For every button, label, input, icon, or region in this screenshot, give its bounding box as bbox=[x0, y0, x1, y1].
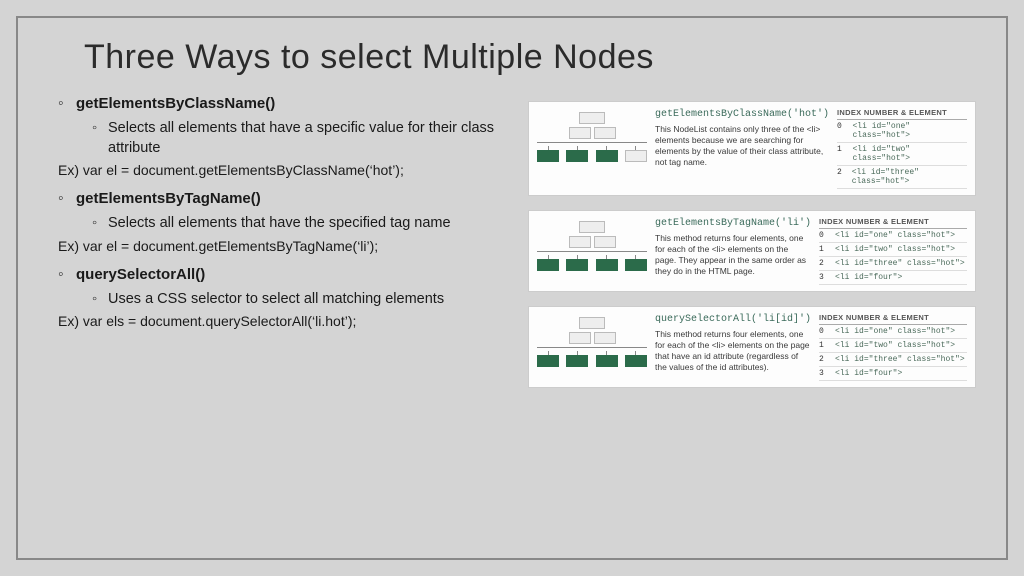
dom-tree-icon bbox=[537, 313, 647, 367]
example-card: querySelectorAll('li[id]') This method r… bbox=[528, 306, 976, 388]
table-row: 1<li id="two" class="hot"> bbox=[837, 143, 967, 166]
tree-mid-node bbox=[594, 127, 616, 139]
nodelist-table: INDEX NUMBER & ELEMENT 0 <li id="one" cla… bbox=[819, 217, 967, 285]
row-element: <li id="one" class="hot"> bbox=[852, 122, 967, 140]
method-example: Ex) var el = document.getElementsByClass… bbox=[58, 162, 508, 178]
example-card: getElementsByClassName('hot') This NodeL… bbox=[528, 101, 976, 196]
tree-leaf-node bbox=[566, 150, 588, 162]
tree-leaf-node bbox=[566, 259, 588, 271]
method-desc: Uses a CSS selector to select all matchi… bbox=[92, 290, 508, 310]
row-element: <li id="three" class="hot"> bbox=[835, 355, 965, 364]
tree-mid-node bbox=[569, 127, 591, 139]
row-index: 0 bbox=[819, 327, 831, 336]
method-example: Ex) var el = document.getElementsByTagNa… bbox=[58, 238, 508, 254]
tree-mid-node bbox=[594, 236, 616, 248]
row-index: 1 bbox=[819, 341, 831, 350]
method-item: querySelectorAll() Uses a CSS selector t… bbox=[58, 266, 508, 330]
tree-leaf-node bbox=[537, 259, 559, 271]
row-index: 0 bbox=[837, 122, 848, 140]
method-name: getElementsByClassName() bbox=[76, 95, 275, 112]
tree-root-node bbox=[579, 112, 605, 124]
method-item: getElementsByTagName() Selects all eleme… bbox=[58, 190, 508, 254]
row-index: 0 bbox=[819, 231, 831, 240]
card-blurb: This method returns four elements, one f… bbox=[655, 329, 810, 372]
tree-leaf-node bbox=[537, 355, 559, 367]
row-index: 2 bbox=[819, 355, 831, 364]
table-header: INDEX NUMBER & ELEMENT bbox=[819, 217, 967, 229]
dom-tree-icon bbox=[537, 108, 647, 162]
row-index: 2 bbox=[819, 259, 831, 268]
slide-frame: Three Ways to select Multiple Nodes getE… bbox=[16, 16, 1008, 560]
tree-leaf-node bbox=[596, 259, 618, 271]
card-blurb: This method returns four elements, one f… bbox=[655, 233, 806, 276]
example-card: getElementsByTagName('li') This method r… bbox=[528, 210, 976, 292]
row-element: <li id="one" class="hot"> bbox=[835, 231, 955, 240]
tree-mid-node bbox=[569, 332, 591, 344]
table-row: 3 <li id="four"> bbox=[819, 271, 967, 285]
card-description: querySelectorAll('li[id]') This method r… bbox=[655, 313, 811, 373]
method-name: getElementsByTagName() bbox=[76, 190, 261, 207]
method-name-row: getElementsByClassName() bbox=[58, 95, 508, 113]
tree-leaf-node bbox=[537, 150, 559, 162]
card-call: getElementsByClassName('hot') bbox=[655, 108, 829, 121]
table-header: INDEX NUMBER & ELEMENT bbox=[837, 108, 967, 120]
content-columns: getElementsByClassName() Selects all ele… bbox=[48, 95, 976, 388]
examples-column: getElementsByClassName('hot') This NodeL… bbox=[528, 95, 976, 388]
row-element: <li id="three" class="hot"> bbox=[835, 259, 965, 268]
table-header: INDEX NUMBER & ELEMENT bbox=[819, 313, 967, 325]
method-name-row: getElementsByTagName() bbox=[58, 190, 508, 208]
methods-column: getElementsByClassName() Selects all ele… bbox=[48, 95, 508, 388]
tree-leaf-node bbox=[596, 355, 618, 367]
row-element: <li id="four"> bbox=[835, 273, 902, 282]
tree-leaf-node bbox=[566, 355, 588, 367]
table-row: 0 <li id="one" class="hot"> bbox=[819, 325, 967, 339]
method-example: Ex) var els = document.querySelectorAll(… bbox=[58, 313, 508, 329]
table-row: 1 <li id="two" class="hot"> bbox=[819, 243, 967, 257]
row-index: 2 bbox=[837, 168, 848, 186]
method-name: querySelectorAll() bbox=[76, 266, 205, 283]
table-row: 2<li id="three" class="hot"> bbox=[837, 166, 967, 189]
row-element: <li id="two" class="hot"> bbox=[835, 245, 955, 254]
tree-mid-node bbox=[569, 236, 591, 248]
row-element: <li id="two" class="hot"> bbox=[852, 145, 967, 163]
row-index: 1 bbox=[837, 145, 848, 163]
tree-root-node bbox=[579, 221, 605, 233]
row-index: 3 bbox=[819, 369, 831, 378]
table-row: 2 <li id="three" class="hot"> bbox=[819, 353, 967, 367]
tree-leaf-node bbox=[625, 150, 647, 162]
method-item: getElementsByClassName() Selects all ele… bbox=[58, 95, 508, 178]
table-row: 1 <li id="two" class="hot"> bbox=[819, 339, 967, 353]
slide-title: Three Ways to select Multiple Nodes bbox=[84, 38, 976, 77]
card-description: getElementsByClassName('hot') This NodeL… bbox=[655, 108, 829, 168]
method-name-row: querySelectorAll() bbox=[58, 266, 508, 284]
table-row: 0 <li id="one" class="hot"> bbox=[819, 229, 967, 243]
method-desc: Selects all elements that have the speci… bbox=[92, 214, 508, 234]
table-row: 2 <li id="three" class="hot"> bbox=[819, 257, 967, 271]
row-index: 3 bbox=[819, 273, 831, 282]
row-element: <li id="one" class="hot"> bbox=[835, 327, 955, 336]
card-call: getElementsByTagName('li') bbox=[655, 217, 811, 230]
tree-mid-node bbox=[594, 332, 616, 344]
row-element: <li id="four"> bbox=[835, 369, 902, 378]
tree-leaf-node bbox=[596, 150, 618, 162]
dom-tree-icon bbox=[537, 217, 647, 271]
card-description: getElementsByTagName('li') This method r… bbox=[655, 217, 811, 277]
nodelist-table: INDEX NUMBER & ELEMENT 0 <li id="one" cla… bbox=[819, 313, 967, 381]
table-row: 3 <li id="four"> bbox=[819, 367, 967, 381]
nodelist-table: INDEX NUMBER & ELEMENT 0<li id="one" cla… bbox=[837, 108, 967, 189]
tree-leaf-node bbox=[625, 355, 647, 367]
row-element: <li id="three" class="hot"> bbox=[852, 168, 967, 186]
card-call: querySelectorAll('li[id]') bbox=[655, 313, 811, 326]
table-row: 0<li id="one" class="hot"> bbox=[837, 120, 967, 143]
method-desc: Selects all elements that have a specifi… bbox=[92, 119, 508, 158]
row-element: <li id="two" class="hot"> bbox=[835, 341, 955, 350]
row-index: 1 bbox=[819, 245, 831, 254]
tree-leaf-node bbox=[625, 259, 647, 271]
card-blurb: This NodeList contains only three of the… bbox=[655, 124, 823, 167]
tree-root-node bbox=[579, 317, 605, 329]
